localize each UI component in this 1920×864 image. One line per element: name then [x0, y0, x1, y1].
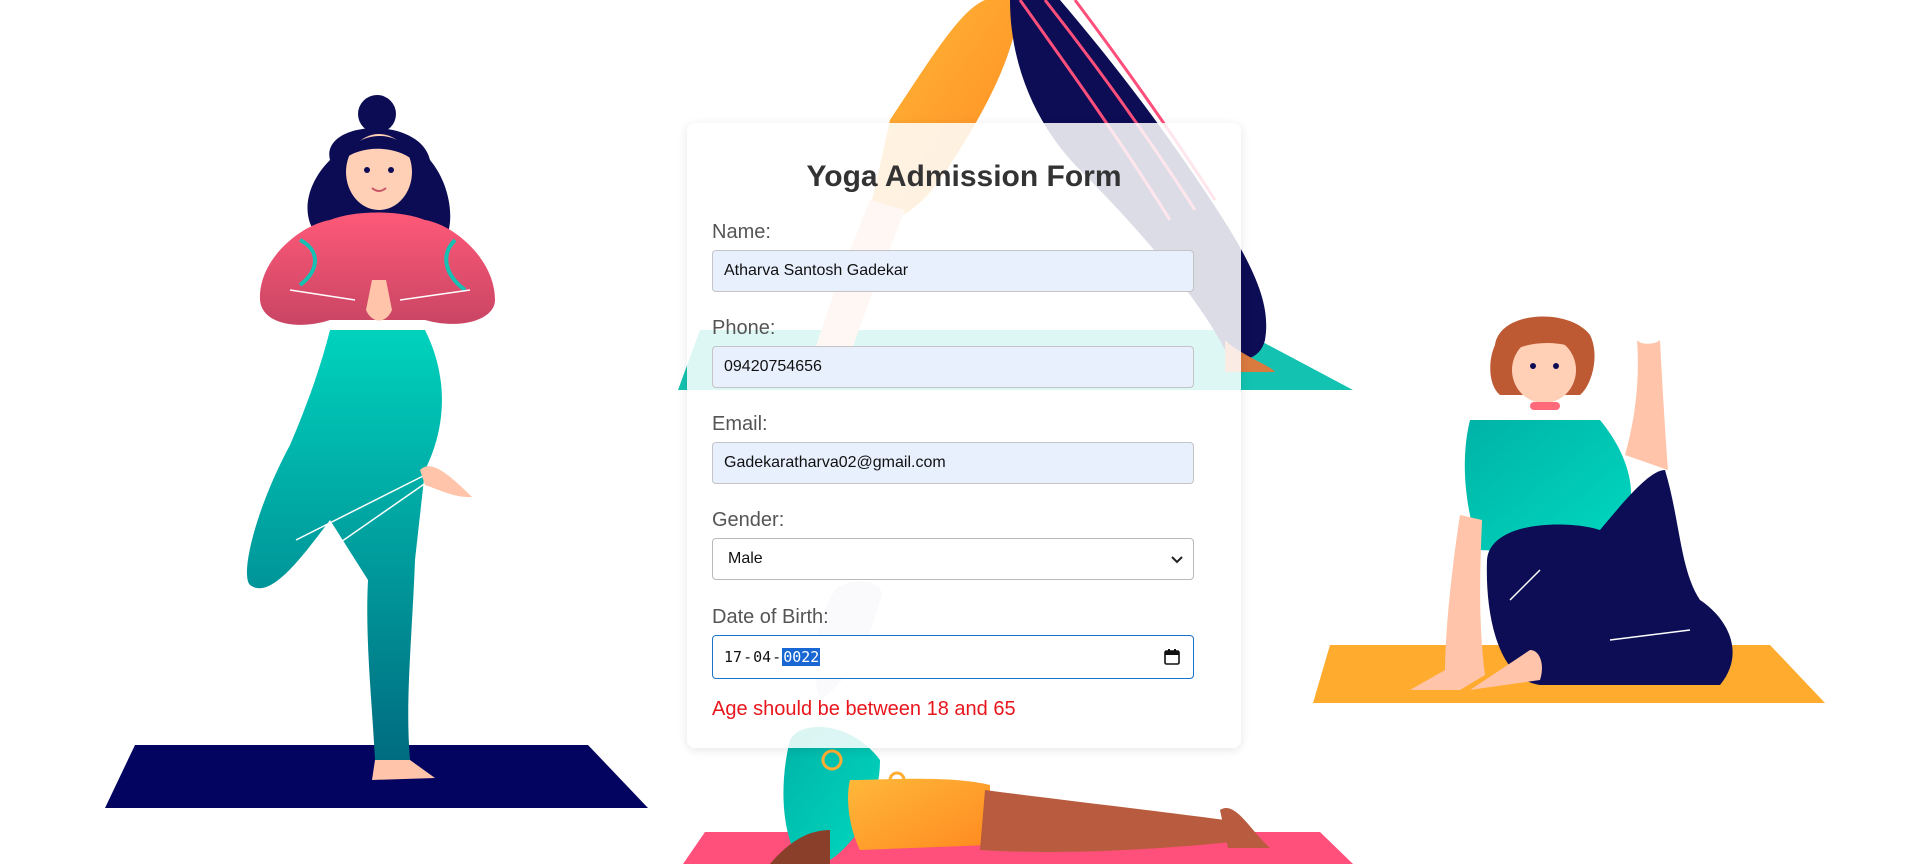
gender-label: Gender: [712, 509, 785, 531]
gender-select[interactable]: Male [712, 538, 1194, 580]
email-label: Email: [712, 413, 768, 435]
form-title: Yoga Admission Form [806, 160, 1122, 193]
dob-date-input[interactable]: 17 - 04 - 0022 [712, 635, 1194, 679]
phone-label: Phone: [712, 317, 776, 339]
dob-date-value: 17 - 04 - 0022 [724, 648, 821, 666]
dob-day-segment[interactable]: 17 [724, 648, 742, 666]
phone-input[interactable] [712, 346, 1194, 388]
yoga-person-seated-twist [1313, 316, 1825, 703]
dob-separator: - [772, 648, 782, 666]
admission-form-card: Yoga Admission Form Name: Phone: Email: … [687, 123, 1241, 748]
name-input[interactable] [712, 250, 1194, 292]
page-background: Yoga Admission Form Name: Phone: Email: … [0, 0, 1920, 864]
name-label: Name: [712, 221, 771, 243]
dob-separator: - [743, 648, 753, 666]
chevron-down-icon [1171, 556, 1183, 564]
dob-label: Date of Birth: [712, 606, 829, 628]
calendar-icon[interactable] [1163, 648, 1181, 666]
email-input[interactable] [712, 442, 1194, 484]
age-error-message: Age should be between 18 and 65 [712, 698, 1016, 720]
dob-year-segment[interactable]: 0022 [782, 648, 821, 666]
yoga-woman-tree-pose [105, 95, 648, 808]
gender-selected-value: Male [728, 550, 763, 567]
dob-month-segment[interactable]: 04 [753, 648, 771, 666]
